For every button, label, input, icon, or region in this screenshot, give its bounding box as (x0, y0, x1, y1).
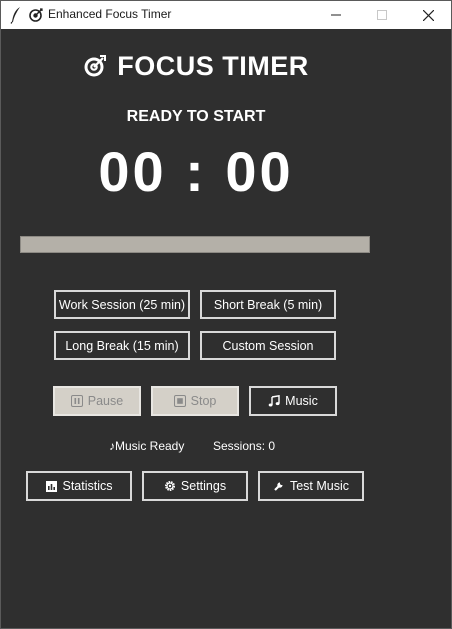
title-bar: Enhanced Focus Timer (1, 1, 451, 29)
music-button[interactable]: Music (249, 386, 337, 416)
music-note-icon (268, 395, 280, 407)
pause-button[interactable]: Pause (53, 386, 141, 416)
stop-icon (173, 395, 186, 407)
page-title: FOCUS TIMER (1, 51, 391, 82)
wrench-icon (273, 480, 285, 492)
pause-label: Pause (87, 394, 124, 408)
timer-display: 00 : 00 (98, 140, 294, 203)
custom-session-button[interactable]: Custom Session (200, 331, 336, 360)
minimize-icon (331, 14, 341, 16)
stop-label: Stop (190, 394, 217, 408)
stop-button[interactable]: Stop (151, 386, 239, 416)
maximize-button[interactable] (359, 1, 405, 29)
bar-chart-icon (45, 480, 57, 492)
music-status: ♪Music Ready (109, 439, 184, 453)
work-session-label: Work Session (25 min) (58, 297, 186, 312)
pause-icon (70, 395, 83, 407)
close-icon (422, 9, 434, 21)
feather-icon (10, 7, 20, 24)
gear-icon (164, 480, 176, 492)
work-session-button[interactable]: Work Session (25 min) (54, 290, 190, 319)
statistics-label: Statistics (62, 479, 113, 493)
settings-label: Settings (180, 479, 227, 493)
app-window: Enhanced Focus Timer FOCUS TIMER READY T… (0, 0, 452, 629)
page-title-text: FOCUS TIMER (117, 51, 309, 81)
window-title: Enhanced Focus Timer (48, 7, 172, 21)
music-label: Music (285, 394, 318, 408)
minimize-button[interactable] (313, 1, 359, 29)
target-dart-icon (84, 55, 107, 77)
target-dart-icon (29, 8, 43, 22)
test-music-button[interactable]: Test Music (258, 471, 364, 501)
short-break-button[interactable]: Short Break (5 min) (200, 290, 336, 319)
settings-button[interactable]: Settings (142, 471, 248, 501)
sessions-count: Sessions: 0 (213, 439, 276, 453)
long-break-button[interactable]: Long Break (15 min) (54, 331, 190, 360)
progress-bar (20, 236, 370, 253)
maximize-icon (377, 10, 387, 20)
long-break-label: Long Break (15 min) (65, 338, 179, 353)
status-text: READY TO START (126, 108, 266, 125)
short-break-label: Short Break (5 min) (213, 297, 323, 312)
statistics-button[interactable]: Statistics (26, 471, 132, 501)
test-music-label: Test Music (289, 479, 350, 493)
music-status-text: Music Ready (115, 439, 185, 453)
custom-session-label: Custom Session (222, 338, 314, 353)
close-button[interactable] (405, 1, 451, 29)
